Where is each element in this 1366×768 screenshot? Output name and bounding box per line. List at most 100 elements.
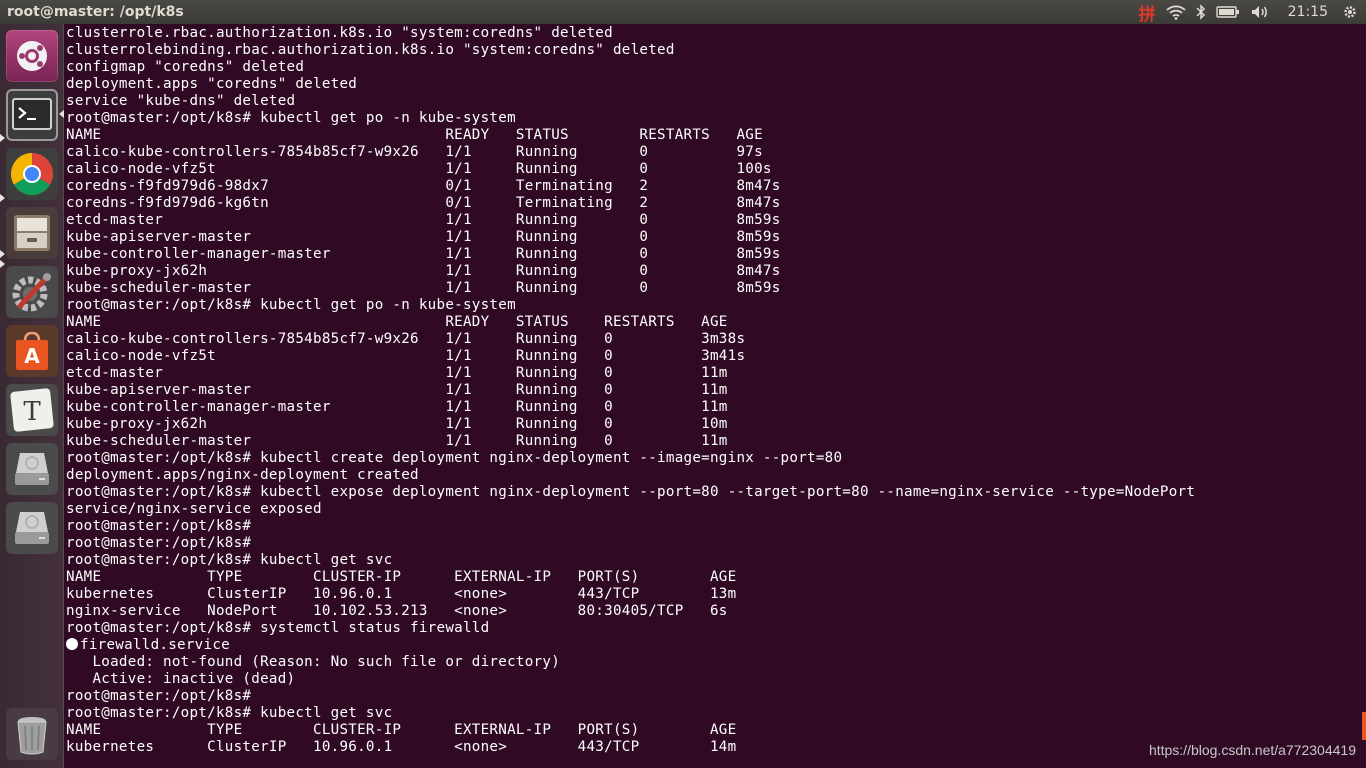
terminal-line: NAME TYPE CLUSTER-IP EXTERNAL-IP PORT(S)… xyxy=(66,722,1366,739)
terminal-line: deployment.apps/nginx-deployment created xyxy=(66,467,1366,484)
terminal-line-text: etcd-master 1/1 Running 0 8m59s xyxy=(66,212,781,228)
volume-icon[interactable] xyxy=(1250,0,1270,24)
terminal-line: root@master:/opt/k8s# kubectl get svc xyxy=(66,705,1366,722)
terminal-line-text: firewalld.service xyxy=(80,637,230,653)
terminal-line: firewalld.service xyxy=(66,637,1366,654)
terminal-line-text: service "kube-dns" deleted xyxy=(66,93,296,109)
battery-icon[interactable] xyxy=(1215,0,1240,24)
software-center-icon[interactable]: A xyxy=(6,325,58,377)
system-settings-icon[interactable] xyxy=(6,266,58,318)
terminal-line: kube-scheduler-master 1/1 Running 0 8m59… xyxy=(66,280,1366,297)
terminal-line: root@master:/opt/k8s# kubectl get svc xyxy=(66,552,1366,569)
terminal-line: service/nginx-service exposed xyxy=(66,501,1366,518)
terminal-line: root@master:/opt/k8s# kubectl get po -n … xyxy=(66,297,1366,314)
launcher: A T xyxy=(0,24,64,768)
terminal-line-text: kube-scheduler-master 1/1 Running 0 8m59… xyxy=(66,280,781,296)
terminal-line-text: NAME TYPE CLUSTER-IP EXTERNAL-IP PORT(S)… xyxy=(66,569,737,585)
terminal-line-text: Active: inactive (dead) xyxy=(66,671,296,687)
terminal-line-text: root@master:/opt/k8s# kubectl expose dep… xyxy=(66,484,1196,500)
terminal-line-text: deployment.apps "coredns" deleted xyxy=(66,76,358,92)
terminal-line-text: root@master:/opt/k8s# xyxy=(66,688,252,704)
terminal-line-text: root@master:/opt/k8s# kubectl get po -n … xyxy=(66,297,516,313)
terminal-line: calico-kube-controllers-7854b85cf7-w9x26… xyxy=(66,331,1366,348)
terminal-line-text: kube-scheduler-master 1/1 Running 0 11m xyxy=(66,433,728,449)
terminal-line-text: root@master:/opt/k8s# xyxy=(66,518,252,534)
terminal-line-text: kube-apiserver-master 1/1 Running 0 11m xyxy=(66,382,728,398)
terminal-line: kube-apiserver-master 1/1 Running 0 8m59… xyxy=(66,229,1366,246)
files-icon[interactable] xyxy=(6,207,58,259)
terminal-output[interactable]: clusterrole.rbac.authorization.k8s.io "s… xyxy=(66,25,1366,768)
watermark: https://blog.csdn.net/a772304419 xyxy=(1148,742,1356,758)
terminal-line-text: kube-proxy-jx62h 1/1 Running 0 8m47s xyxy=(66,263,781,279)
top-panel: root@master: /opt/k8s 拼 21:15 xyxy=(0,0,1366,25)
terminal-line: root@master:/opt/k8s# xyxy=(66,535,1366,552)
drive-icon[interactable] xyxy=(6,502,58,554)
terminal-line: Active: inactive (dead) xyxy=(66,671,1366,688)
trash-icon[interactable] xyxy=(6,708,58,760)
terminal-line: etcd-master 1/1 Running 0 11m xyxy=(66,365,1366,382)
terminal-line: service "kube-dns" deleted xyxy=(66,93,1366,110)
terminal-line: calico-kube-controllers-7854b85cf7-w9x26… xyxy=(66,144,1366,161)
ubuntu-dash-icon[interactable] xyxy=(6,30,58,82)
terminal-line-text: root@master:/opt/k8s# kubectl get svc xyxy=(66,705,393,721)
running-indicator xyxy=(0,134,5,142)
terminal-line: NAME READY STATUS RESTARTS AGE xyxy=(66,314,1366,331)
terminal-line: root@master:/opt/k8s# kubectl create dep… xyxy=(66,450,1366,467)
terminal-line-text: kube-proxy-jx62h 1/1 Running 0 10m xyxy=(66,416,728,432)
terminal-icon[interactable] xyxy=(6,89,58,141)
terminal-line-text: calico-node-vfz5t 1/1 Running 0 3m41s xyxy=(66,348,746,364)
terminal-line-text: kube-apiserver-master 1/1 Running 0 8m59… xyxy=(66,229,781,245)
terminal-line: etcd-master 1/1 Running 0 8m59s xyxy=(66,212,1366,229)
terminal-line: kube-proxy-jx62h 1/1 Running 0 8m47s xyxy=(66,263,1366,280)
wifi-icon[interactable] xyxy=(1166,0,1186,24)
terminal-line-text: calico-node-vfz5t 1/1 Running 0 100s xyxy=(66,161,772,177)
scrollbar-indicator[interactable] xyxy=(1362,712,1366,740)
terminal-line: calico-node-vfz5t 1/1 Running 0 100s xyxy=(66,161,1366,178)
terminal-line-text: root@master:/opt/k8s# xyxy=(66,535,252,551)
terminal-line: kube-controller-manager-master 1/1 Runni… xyxy=(66,246,1366,263)
svg-text:A: A xyxy=(24,344,40,368)
gear-icon[interactable] xyxy=(1342,0,1358,24)
terminal-line-text: etcd-master 1/1 Running 0 11m xyxy=(66,365,728,381)
terminal-line: kube-apiserver-master 1/1 Running 0 11m xyxy=(66,382,1366,399)
terminal-line-text: kube-controller-manager-master 1/1 Runni… xyxy=(66,246,781,262)
terminal-line: clusterrole.rbac.authorization.k8s.io "s… xyxy=(66,25,1366,42)
drive-icon[interactable] xyxy=(6,443,58,495)
terminal-line: configmap "coredns" deleted xyxy=(66,59,1366,76)
terminal-line-text: coredns-f9fd979d6-kg6tn 0/1 Terminating … xyxy=(66,195,781,211)
terminal-line: kubernetes ClusterIP 10.96.0.1 <none> 44… xyxy=(66,586,1366,603)
terminal-line: root@master:/opt/k8s# xyxy=(66,518,1366,535)
ime-icon[interactable]: 拼 xyxy=(1139,0,1156,25)
terminal-line-text: nginx-service NodePort 10.102.53.213 <no… xyxy=(66,603,728,619)
text-editor-icon[interactable]: T xyxy=(6,384,58,436)
terminal-line: deployment.apps "coredns" deleted xyxy=(66,76,1366,93)
terminal-line: NAME READY STATUS RESTARTS AGE xyxy=(66,127,1366,144)
terminal-line: kube-controller-manager-master 1/1 Runni… xyxy=(66,399,1366,416)
terminal-line: coredns-f9fd979d6-98dx7 0/1 Terminating … xyxy=(66,178,1366,195)
terminal-line-text: service/nginx-service exposed xyxy=(66,501,322,517)
status-bullet-icon xyxy=(66,638,78,650)
bluetooth-icon[interactable] xyxy=(1196,0,1206,24)
svg-text:T: T xyxy=(23,397,41,427)
terminal-line-text: clusterrolebinding.rbac.authorization.k8… xyxy=(66,42,675,58)
terminal-line: NAME TYPE CLUSTER-IP EXTERNAL-IP PORT(S)… xyxy=(66,569,1366,586)
terminal-line: clusterrolebinding.rbac.authorization.k8… xyxy=(66,42,1366,59)
chrome-icon[interactable] xyxy=(6,148,58,200)
terminal-line: calico-node-vfz5t 1/1 Running 0 3m41s xyxy=(66,348,1366,365)
indicator-area: 拼 21:15 xyxy=(1129,0,1366,25)
terminal-line: kube-proxy-jx62h 1/1 Running 0 10m xyxy=(66,416,1366,433)
terminal-line-text: deployment.apps/nginx-deployment created xyxy=(66,467,419,483)
terminal-line-text: configmap "coredns" deleted xyxy=(66,59,305,75)
terminal-line-text: root@master:/opt/k8s# systemctl status f… xyxy=(66,620,490,636)
active-indicator xyxy=(59,110,64,118)
terminal-line-text: calico-kube-controllers-7854b85cf7-w9x26… xyxy=(66,331,746,347)
running-indicator xyxy=(0,194,5,202)
running-indicator xyxy=(0,250,5,258)
terminal-line-text: NAME TYPE CLUSTER-IP EXTERNAL-IP PORT(S)… xyxy=(66,722,737,738)
running-indicator xyxy=(0,260,5,268)
terminal-line: kube-scheduler-master 1/1 Running 0 11m xyxy=(66,433,1366,450)
clock[interactable]: 21:15 xyxy=(1288,0,1328,24)
terminal-line: root@master:/opt/k8s# kubectl expose dep… xyxy=(66,484,1366,501)
terminal-line: nginx-service NodePort 10.102.53.213 <no… xyxy=(66,603,1366,620)
terminal-line: root@master:/opt/k8s# systemctl status f… xyxy=(66,620,1366,637)
